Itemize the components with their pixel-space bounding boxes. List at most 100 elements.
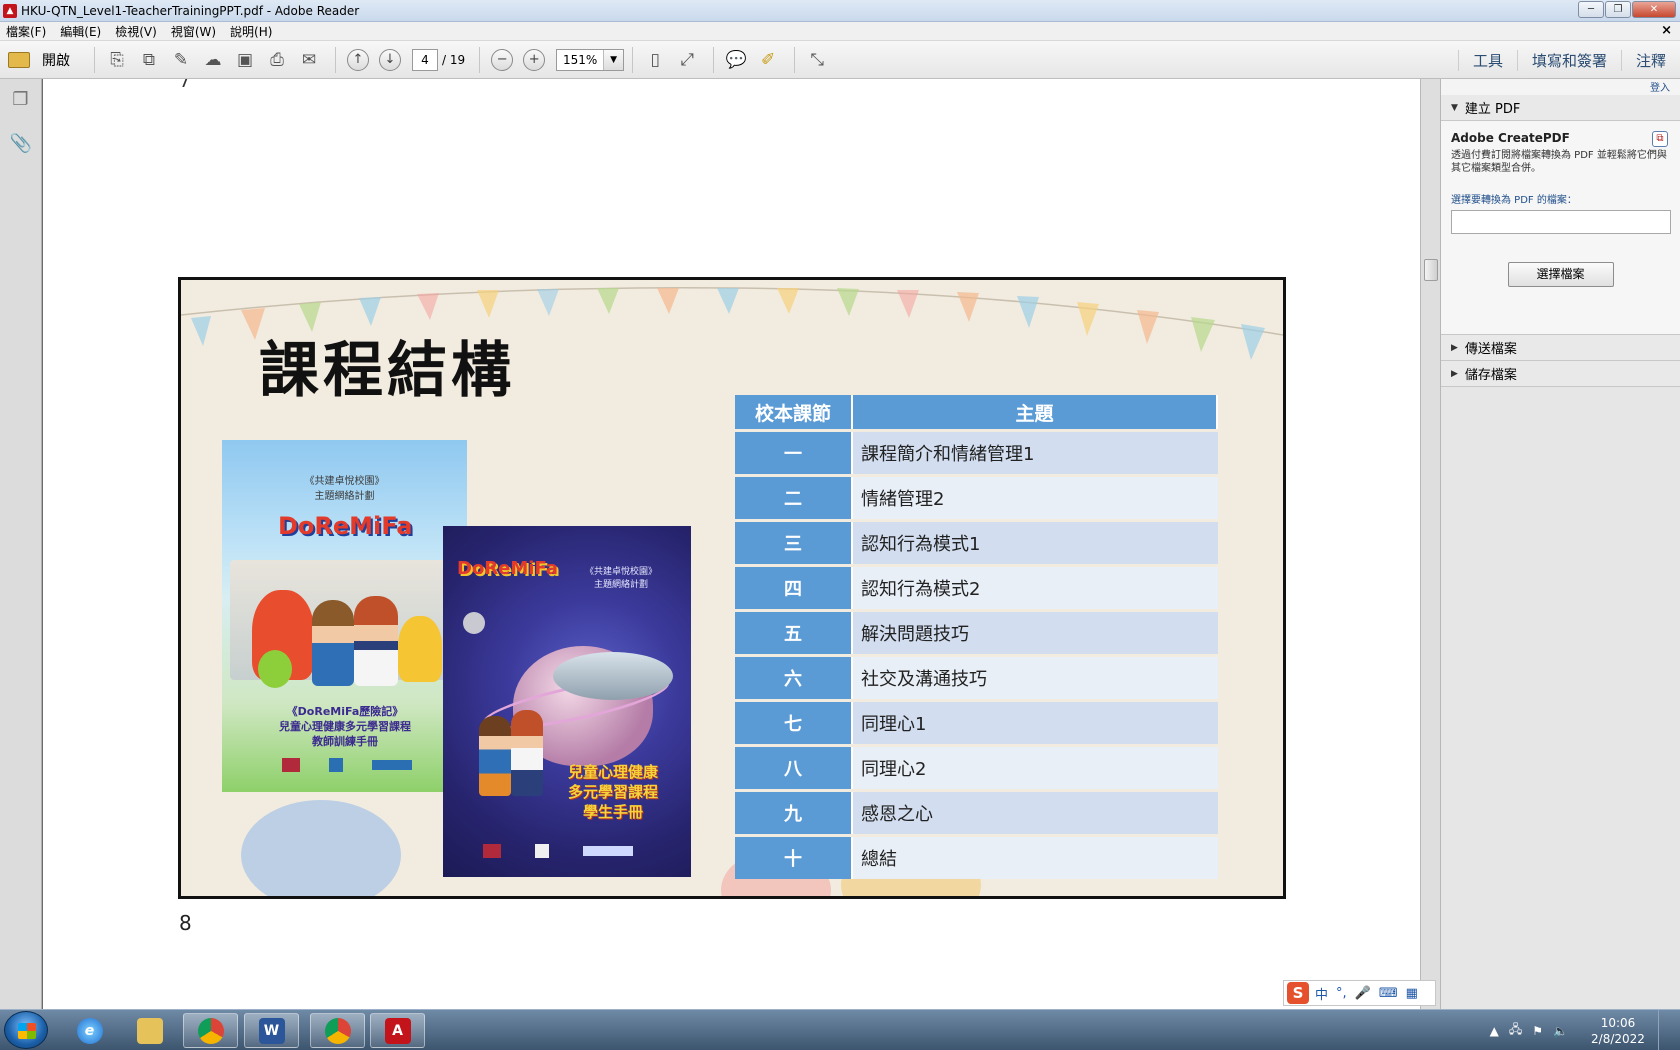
session-topic: 課程簡介和情緒管理1 bbox=[853, 432, 1218, 474]
close-button[interactable]: ✕ bbox=[1632, 1, 1676, 18]
menu-view[interactable]: 檢視(V) bbox=[115, 23, 157, 40]
menu-file[interactable]: 檔案(F) bbox=[6, 23, 46, 40]
print-button[interactable]: ⎙ bbox=[263, 46, 291, 74]
logo-mark bbox=[483, 844, 501, 858]
volume-icon[interactable]: 🔈 bbox=[1553, 1024, 1568, 1038]
plus-icon: + bbox=[523, 48, 546, 71]
toolbar-separator bbox=[632, 46, 634, 73]
grid-icon[interactable]: ▦ bbox=[1406, 986, 1418, 1001]
menu-help[interactable]: 說明(H) bbox=[230, 23, 272, 40]
session-number: 四 bbox=[735, 567, 853, 609]
menu-window[interactable]: 視窗(W) bbox=[171, 23, 216, 40]
tools-link[interactable]: 工具 bbox=[1457, 49, 1517, 71]
ufo-illustration bbox=[553, 652, 673, 700]
file-field[interactable] bbox=[1451, 210, 1671, 234]
table-row: 一課程簡介和情緒管理1 bbox=[735, 432, 1218, 474]
ime-mode-toggle[interactable]: 中 bbox=[1315, 984, 1328, 1003]
upload-button[interactable]: ☁ bbox=[199, 46, 227, 74]
green-monster-illustration bbox=[258, 650, 292, 688]
session-number: 八 bbox=[735, 747, 853, 789]
taskbar-chrome-2[interactable] bbox=[310, 1013, 365, 1048]
tray-expand-icon[interactable]: ▲ bbox=[1490, 1024, 1499, 1038]
keyboard-icon[interactable]: ⌨ bbox=[1379, 986, 1398, 1001]
table-row: 八同理心2 bbox=[735, 747, 1218, 789]
fit-page-icon: ▯ bbox=[650, 49, 660, 70]
ime-punctuation-toggle[interactable]: °, bbox=[1336, 986, 1347, 1001]
store-files-label: 儲存檔案 bbox=[1464, 368, 1517, 383]
boy-illustration bbox=[479, 716, 511, 796]
scrollbar-thumb[interactable] bbox=[1424, 259, 1438, 281]
zoom-dropdown[interactable]: 151% ▼ bbox=[556, 48, 625, 71]
sponsor-logos bbox=[282, 758, 412, 774]
page-number-input[interactable]: 4 bbox=[412, 48, 438, 71]
session-number: 六 bbox=[735, 657, 853, 699]
create-pdf-button[interactable]: ⎘ bbox=[103, 46, 131, 74]
send-files-section-header[interactable]: ▶ 傳送檔案 bbox=[1441, 335, 1680, 361]
panel-links: 工具 填寫和簽署 注釋 bbox=[1457, 41, 1680, 79]
windows-logo-icon bbox=[18, 1023, 36, 1039]
ime-toolbar[interactable]: S 中 °, 🎤 ⌨ ▦ bbox=[1283, 980, 1436, 1006]
system-tray: ▲ 🖧 ⚑ 🔈 10:06 2/8/2022 bbox=[1490, 1010, 1680, 1050]
store-files-section-header[interactable]: ▶ 儲存檔案 bbox=[1441, 361, 1680, 387]
page-total: / 19 bbox=[442, 52, 466, 67]
start-button[interactable] bbox=[4, 1011, 48, 1049]
moon-illustration bbox=[463, 612, 485, 634]
logo-mark bbox=[282, 758, 300, 772]
zoom-in-button[interactable]: + bbox=[520, 46, 548, 74]
taskbar-ie[interactable]: e bbox=[62, 1013, 117, 1048]
book2-subtitle: 兒童心理健康 多元學習課程 學生手冊 bbox=[567, 763, 658, 821]
session-number: 一 bbox=[735, 432, 853, 474]
zoom-out-button[interactable]: − bbox=[488, 46, 516, 74]
document-view[interactable]: 7 課程結構 《共建卓悅校園》 主題網絡計劃 DoReMiFa 《DoReMiF… bbox=[43, 79, 1420, 1009]
edit-button[interactable]: ✎ bbox=[167, 46, 195, 74]
comment-link[interactable]: 注釋 bbox=[1620, 49, 1680, 71]
speech-bubble-icon: 💬 bbox=[725, 49, 747, 70]
combine-button[interactable]: ⧉ bbox=[135, 46, 163, 74]
network-icon[interactable]: 🖧 bbox=[1509, 1020, 1522, 1041]
prev-page-button[interactable]: ↑ bbox=[344, 46, 372, 74]
login-link[interactable]: 登入 bbox=[1441, 79, 1680, 95]
minimize-button[interactable]: ─ bbox=[1578, 1, 1604, 18]
email-button[interactable]: ✉ bbox=[295, 46, 323, 74]
clock[interactable]: 10:06 2/8/2022 bbox=[1586, 1015, 1650, 1047]
pages-thumbnail-icon[interactable]: ❐ bbox=[10, 89, 32, 113]
createpdf-icon[interactable]: ⧉ bbox=[1652, 131, 1668, 147]
action-center-icon[interactable]: ⚑ bbox=[1532, 1024, 1543, 1038]
comment-button[interactable]: 💬 bbox=[722, 46, 750, 74]
microphone-icon[interactable]: 🎤 bbox=[1355, 986, 1371, 1001]
fit-width-button[interactable]: ⤢ bbox=[673, 46, 701, 74]
book1-program-text: 《共建卓悅校園》 主題網絡計劃 bbox=[304, 476, 385, 502]
paperclip-icon[interactable]: 📎 bbox=[10, 133, 32, 157]
session-number: 七 bbox=[735, 702, 853, 744]
session-number: 三 bbox=[735, 522, 853, 564]
adobe-reader-icon: ▲ bbox=[3, 3, 17, 18]
taskbar-explorer[interactable] bbox=[122, 1013, 177, 1048]
highlight-button[interactable]: ✐ bbox=[754, 46, 782, 74]
create-pdf-section-header[interactable]: ▼ 建立 PDF bbox=[1441, 95, 1680, 121]
yellow-monster-illustration bbox=[398, 616, 442, 682]
logo-mark bbox=[535, 844, 549, 858]
fit-page-button[interactable]: ▯ bbox=[641, 46, 669, 74]
restore-button[interactable]: ❐ bbox=[1605, 1, 1631, 18]
zoom-value: 151% bbox=[562, 52, 598, 67]
teacher-manual-cover: 《共建卓悅校園》 主題網絡計劃 DoReMiFa 《DoReMiFa歷險記》 兒… bbox=[222, 440, 467, 792]
save-button[interactable]: ▣ bbox=[231, 46, 259, 74]
table-row: 三認知行為模式1 bbox=[735, 522, 1218, 564]
fullscreen-button[interactable]: ⤡ bbox=[803, 46, 831, 74]
next-page-button[interactable]: ↓ bbox=[376, 46, 404, 74]
taskbar-word[interactable]: W bbox=[244, 1013, 299, 1048]
taskbar-chrome[interactable] bbox=[183, 1013, 238, 1048]
word-icon: W bbox=[258, 1017, 285, 1044]
sogou-logo-icon[interactable]: S bbox=[1287, 982, 1309, 1004]
document-close-button[interactable]: × bbox=[1661, 23, 1672, 38]
open-button[interactable]: 開啟 bbox=[8, 50, 70, 70]
chevron-down-icon[interactable]: ▼ bbox=[603, 49, 624, 70]
taskbar-adobe-reader[interactable]: A bbox=[370, 1013, 425, 1048]
choose-file-button[interactable]: 選擇檔案 bbox=[1507, 262, 1614, 287]
column-header-session: 校本課節 bbox=[735, 395, 853, 429]
vertical-scrollbar[interactable] bbox=[1420, 79, 1440, 1009]
show-desktop-button[interactable] bbox=[1658, 1010, 1670, 1050]
expand-icon: ⤡ bbox=[810, 49, 824, 70]
fill-sign-link[interactable]: 填寫和簽署 bbox=[1516, 49, 1621, 71]
menu-edit[interactable]: 編輯(E) bbox=[60, 23, 101, 40]
